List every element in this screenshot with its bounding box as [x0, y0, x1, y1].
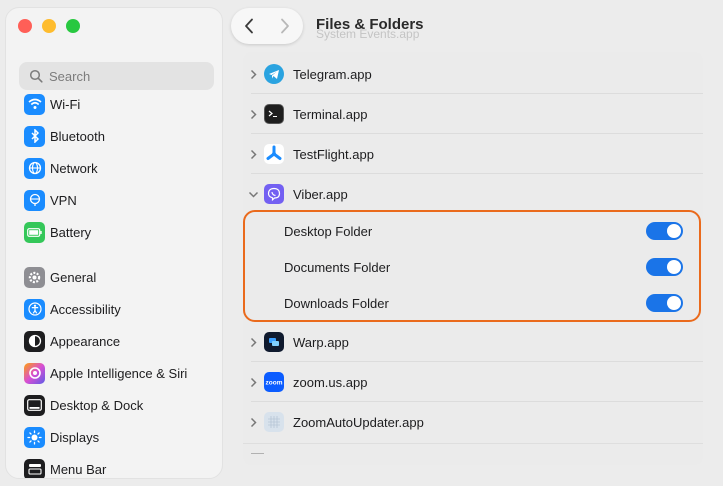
accessibility-icon — [24, 298, 45, 320]
sidebar-item-desktop-dock[interactable]: Desktop & Dock — [24, 391, 214, 419]
list-item-zoom[interactable]: zoom zoom.us.app — [243, 362, 703, 402]
sidebar-item-appearance[interactable]: Appearance — [24, 327, 214, 355]
sidebar-item-displays[interactable]: Displays — [24, 423, 214, 451]
minimize-window-button[interactable] — [42, 19, 56, 33]
main-content: System Events.app Files & Folders Telegr… — [223, 0, 723, 486]
sidebar-item-label: Displays — [50, 429, 100, 445]
sidebar-item-wifi[interactable]: Wi-Fi — [24, 90, 214, 118]
close-window-button[interactable] — [18, 19, 32, 33]
permission-row-desktop-folder: Desktop Folder — [243, 213, 703, 249]
app-name: Warp.app — [293, 334, 349, 350]
back-button[interactable] — [231, 8, 267, 44]
permission-row-documents-folder: Documents Folder — [243, 249, 703, 285]
desktop-folder-toggle[interactable] — [646, 222, 683, 240]
search-icon — [29, 69, 43, 83]
testflight-icon — [264, 144, 284, 164]
sidebar-item-apple-intelligence-siri[interactable]: Apple Intelligence & Siri — [24, 359, 214, 387]
search-placeholder: Search — [49, 68, 91, 84]
list-item-warp[interactable]: Warp.app — [243, 322, 703, 362]
sidebar-item-label: Battery — [50, 224, 92, 240]
sidebar-item-bluetooth[interactable]: Bluetooth — [24, 122, 214, 150]
bluetooth-icon — [24, 125, 45, 147]
list-item-testflight[interactable]: TestFlight.app — [243, 134, 703, 174]
permission-row-downloads-folder: Downloads Folder — [243, 285, 703, 321]
sidebar-item-vpn[interactable]: VPN — [24, 186, 214, 214]
app-name: Telegram.app — [293, 66, 372, 82]
list-item-viber[interactable]: Viber.app — [243, 174, 703, 214]
chevron-down-icon[interactable] — [246, 187, 260, 201]
zoom-window-button[interactable] — [66, 19, 80, 33]
sidebar-item-label: Accessibility — [50, 301, 121, 317]
settings-window: Search Wi-Fi Bluetooth Network VPN Batte… — [0, 0, 723, 486]
warp-icon — [264, 332, 284, 352]
remove-button[interactable]: — — [251, 445, 264, 460]
sidebar-item-label: General — [50, 269, 97, 285]
sidebar-item-label: Appearance — [50, 333, 121, 349]
chevron-right-icon[interactable] — [246, 107, 260, 121]
viber-icon — [264, 184, 284, 204]
list-item-telegram[interactable]: Telegram.app — [243, 54, 703, 94]
wifi-icon — [24, 93, 45, 115]
sidebar-item-network[interactable]: Network — [24, 154, 214, 182]
permission-label: Downloads Folder — [284, 295, 389, 311]
sidebar-item-general[interactable]: General — [24, 263, 214, 291]
app-name: ZoomAutoUpdater.app — [293, 414, 424, 430]
svg-text:zoom: zoom — [266, 380, 283, 387]
menubar-icon — [24, 458, 45, 478]
page-title: Files & Folders — [316, 16, 424, 33]
app-name: Terminal.app — [293, 106, 368, 122]
chevron-right-icon[interactable] — [246, 147, 260, 161]
chevron-right-icon[interactable] — [246, 415, 260, 429]
documents-folder-toggle[interactable] — [646, 258, 683, 276]
dock-icon — [24, 394, 45, 416]
sun-icon — [24, 426, 45, 448]
globe-icon — [24, 157, 45, 179]
chevron-right-icon[interactable] — [246, 67, 260, 81]
sidebar-item-label: Network — [50, 160, 98, 176]
permission-label: Documents Folder — [284, 259, 391, 275]
sidebar-item-label: Bluetooth — [50, 128, 105, 144]
siri-icon — [24, 362, 45, 384]
terminal-icon — [264, 104, 284, 124]
gear-icon — [24, 266, 45, 288]
zoom-icon: zoom — [264, 372, 284, 392]
downloads-folder-toggle[interactable] — [646, 294, 683, 312]
sidebar-item-label: Menu Bar — [50, 461, 107, 477]
apps-list: Telegram.app Terminal.app TestFlight.app — [243, 52, 703, 465]
sidebar-item-battery[interactable]: Battery — [24, 218, 214, 246]
chevron-left-icon — [245, 18, 253, 34]
sidebar-item-label: Apple Intelligence & Siri — [50, 365, 188, 381]
navigation-buttons — [231, 8, 303, 44]
permission-label: Desktop Folder — [284, 223, 373, 239]
chevron-right-icon[interactable] — [246, 375, 260, 389]
list-item-terminal[interactable]: Terminal.app — [243, 94, 703, 134]
list-item-zoomautoupdater[interactable]: ZoomAutoUpdater.app — [243, 402, 703, 442]
telegram-icon — [264, 64, 284, 84]
appearance-icon — [24, 330, 45, 352]
generic-app-icon — [264, 412, 284, 432]
sidebar-item-menu-bar[interactable]: Menu Bar — [24, 455, 214, 478]
sidebar-item-label: Desktop & Dock — [50, 397, 144, 413]
app-name: Viber.app — [293, 186, 348, 202]
app-name: TestFlight.app — [293, 146, 374, 162]
app-name: zoom.us.app — [293, 374, 368, 390]
sidebar: Search Wi-Fi Bluetooth Network VPN Batte… — [5, 7, 223, 479]
sidebar-item-accessibility[interactable]: Accessibility — [24, 295, 214, 323]
sidebar-item-label: Wi-Fi — [50, 96, 81, 112]
forward-button[interactable] — [267, 8, 303, 44]
list-footer: — — [243, 443, 703, 465]
search-field[interactable]: Search — [19, 62, 214, 90]
vpn-globe-icon — [24, 189, 45, 211]
chevron-right-icon[interactable] — [246, 335, 260, 349]
sidebar-item-label: VPN — [50, 192, 77, 208]
battery-icon — [24, 221, 45, 243]
chevron-right-icon — [281, 18, 289, 34]
